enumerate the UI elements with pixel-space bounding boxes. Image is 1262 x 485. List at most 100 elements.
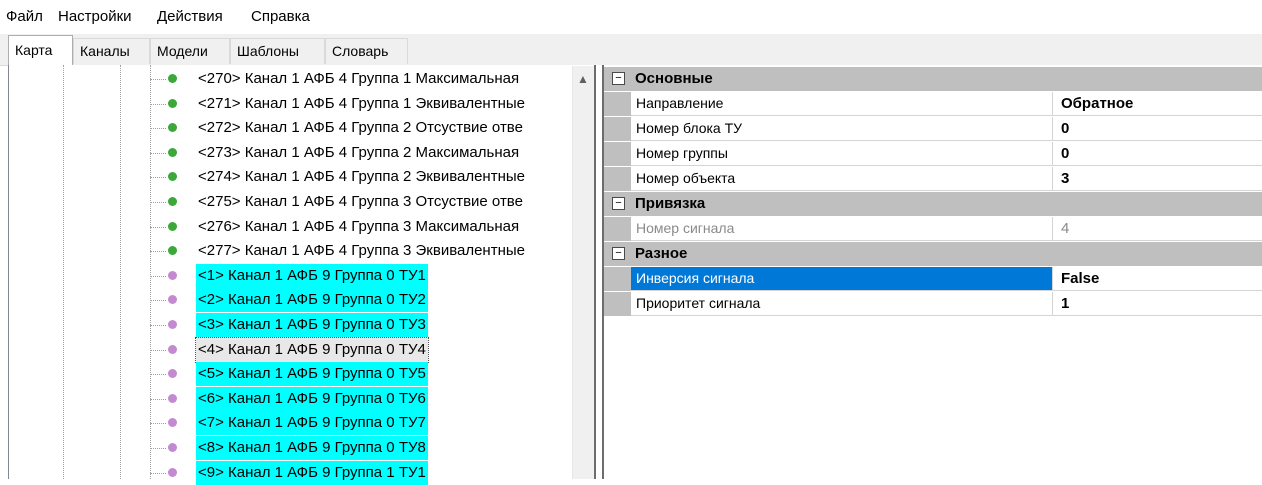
- tree-item[interactable]: <4> Канал 1 АФБ 9 Группа 0 ТУ4: [150, 336, 575, 363]
- tree-item-label[interactable]: <270> Канал 1 АФБ 4 Группа 1 Максимальна…: [196, 67, 521, 91]
- property-name[interactable]: Номер блока ТУ: [631, 117, 1053, 140]
- tree-item[interactable]: <5> Канал 1 АФБ 9 Группа 0 ТУ5: [150, 362, 575, 387]
- tree-item[interactable]: <271> Канал 1 АФБ 4 Группа 1 Эквивалентн…: [150, 92, 575, 116]
- property-value[interactable]: 0: [1054, 117, 1262, 140]
- property-gutter: [604, 267, 631, 291]
- menu-help[interactable]: Справка: [251, 8, 310, 25]
- tree-connector: [150, 128, 166, 130]
- tree-item[interactable]: <7> Канал 1 АФБ 9 Группа 0 ТУ7: [150, 411, 575, 436]
- property-value[interactable]: False: [1054, 267, 1262, 290]
- tree-scrollbar[interactable]: ▲: [572, 66, 595, 479]
- property-row[interactable]: Номер сигнала 4: [604, 217, 1262, 241]
- property-name[interactable]: Номер группы: [631, 142, 1053, 165]
- signal-green-dot-icon: [168, 221, 177, 231]
- tree-item[interactable]: <274> Канал 1 АФБ 4 Группа 2 Эквивалентн…: [150, 165, 575, 189]
- tree-guide-line: [63, 65, 64, 479]
- tree-item[interactable]: <275> Канал 1 АФБ 4 Группа 3 Отсуствие о…: [150, 190, 575, 214]
- tree-connector: [150, 251, 166, 253]
- signal-green-dot-icon: [168, 74, 177, 83]
- menu-actions[interactable]: Действия: [157, 8, 223, 25]
- tree-connector: [150, 103, 166, 105]
- tree-connector: [150, 79, 166, 80]
- signal-green-dot-icon: [168, 172, 177, 182]
- tree-item-label[interactable]: <7> Канал 1 АФБ 9 Группа 0 ТУ7: [196, 411, 428, 436]
- property-row[interactable]: Направление Обратное: [604, 92, 1262, 116]
- menu-bar: Файл Настройки Действия Справка: [0, 0, 1262, 34]
- property-name[interactable]: Инверсия сигнала: [631, 267, 1053, 290]
- tree-connector: [150, 448, 166, 449]
- property-row[interactable]: Номер группы 0: [604, 142, 1262, 166]
- signal-green-dot-icon: [168, 147, 177, 157]
- tree-item[interactable]: <6> Канал 1 АФБ 9 Группа 0 ТУ6: [150, 386, 575, 411]
- property-category-label: Основные: [635, 70, 713, 87]
- tree-item[interactable]: <3> Канал 1 АФБ 9 Группа 0 ТУ3: [150, 313, 575, 337]
- tree-item-label[interactable]: <4> Канал 1 АФБ 9 Группа 0 ТУ4: [195, 336, 429, 363]
- property-row[interactable]: Номер объекта 3: [604, 167, 1262, 191]
- tree-item-label[interactable]: <8> Канал 1 АФБ 9 Группа 0 ТУ8: [196, 436, 428, 460]
- property-value[interactable]: Обратное: [1054, 92, 1262, 115]
- tree-item[interactable]: <270> Канал 1 АФБ 4 Группа 1 Максимальна…: [150, 67, 575, 91]
- property-category[interactable]: − Привязка: [604, 192, 1262, 216]
- tree-item-label[interactable]: <3> Канал 1 АФБ 9 Группа 0 ТУ3: [196, 313, 428, 337]
- signal-violet-dot-icon: [168, 295, 177, 305]
- tab-models[interactable]: Модели: [150, 38, 230, 64]
- signal-green-dot-icon: [168, 123, 177, 133]
- property-row[interactable]: Номер блока ТУ 0: [604, 117, 1262, 141]
- property-category[interactable]: − Основные: [604, 67, 1262, 91]
- signal-violet-dot-icon: [168, 467, 177, 477]
- tab-templates[interactable]: Шаблоны: [230, 38, 325, 64]
- tree-item-label[interactable]: <5> Канал 1 АФБ 9 Группа 0 ТУ5: [196, 362, 428, 387]
- property-name[interactable]: Номер сигнала: [631, 217, 1053, 240]
- tree-item-label[interactable]: <6> Канал 1 АФБ 9 Группа 0 ТУ6: [196, 386, 428, 411]
- tree-item[interactable]: <1> Канал 1 АФБ 9 Группа 0 ТУ1: [150, 263, 575, 288]
- tree-item[interactable]: <273> Канал 1 АФБ 4 Группа 2 Максимальна…: [150, 141, 575, 165]
- menu-file[interactable]: Файл: [6, 8, 43, 25]
- tree-guide-line: [120, 65, 121, 479]
- signal-violet-dot-icon: [168, 320, 177, 329]
- tree-item-label[interactable]: <1> Канал 1 АФБ 9 Группа 0 ТУ1: [196, 263, 428, 288]
- property-name[interactable]: Направление: [631, 92, 1053, 115]
- signal-violet-dot-icon: [168, 270, 177, 280]
- property-row[interactable]: Инверсия сигнала False: [604, 267, 1262, 291]
- property-name[interactable]: Приоритет сигнала: [631, 292, 1053, 315]
- tree-item-label[interactable]: <272> Канал 1 АФБ 4 Группа 2 Отсуствие о…: [196, 116, 525, 140]
- tree-connector: [150, 202, 166, 203]
- collapse-icon[interactable]: −: [612, 197, 625, 210]
- property-gutter: [604, 142, 631, 166]
- tree-item-label[interactable]: <276> Канал 1 АФБ 4 Группа 3 Максимальна…: [196, 215, 521, 239]
- tree-item-label[interactable]: <275> Канал 1 АФБ 4 Группа 3 Отсуствие о…: [196, 190, 525, 214]
- property-value[interactable]: 3: [1054, 167, 1262, 190]
- pane-splitter[interactable]: [594, 65, 604, 479]
- tree-item[interactable]: <2> Канал 1 АФБ 9 Группа 0 ТУ2: [150, 288, 575, 313]
- tab-map[interactable]: Карта: [8, 35, 73, 65]
- tree-item-label[interactable]: <277> Канал 1 АФБ 4 Группа 3 Эквивалентн…: [196, 239, 527, 263]
- tab-channels[interactable]: Каналы: [73, 38, 150, 64]
- tab-dictionary[interactable]: Словарь: [325, 38, 408, 64]
- signal-green-dot-icon: [168, 197, 177, 206]
- property-row[interactable]: Приоритет сигнала 1: [604, 292, 1262, 316]
- tree-item[interactable]: <272> Канал 1 АФБ 4 Группа 2 Отсуствие о…: [150, 116, 575, 140]
- signal-violet-dot-icon: [168, 369, 177, 379]
- property-value[interactable]: 1: [1054, 292, 1262, 315]
- menu-settings[interactable]: Настройки: [58, 8, 132, 25]
- scroll-up-icon[interactable]: ▲: [577, 72, 589, 86]
- tree-item[interactable]: <9> Канал 1 АФБ 9 Группа 1 ТУ1: [150, 460, 575, 485]
- property-category[interactable]: − Разное: [604, 242, 1262, 266]
- tree-item-label[interactable]: <274> Канал 1 АФБ 4 Группа 2 Эквивалентн…: [196, 165, 527, 189]
- property-gutter: [604, 92, 631, 116]
- tree-item[interactable]: <8> Канал 1 АФБ 9 Группа 0 ТУ8: [150, 436, 575, 460]
- property-gutter: [604, 292, 631, 316]
- tree-item-label[interactable]: <271> Канал 1 АФБ 4 Группа 1 Эквивалентн…: [196, 92, 527, 116]
- tree-item-label[interactable]: <273> Канал 1 АФБ 4 Группа 2 Максимальна…: [196, 141, 521, 165]
- collapse-icon[interactable]: −: [612, 72, 625, 85]
- property-value[interactable]: 4: [1054, 217, 1262, 240]
- tree-item[interactable]: <277> Канал 1 АФБ 4 Группа 3 Эквивалентн…: [150, 239, 575, 263]
- signal-violet-dot-icon: [168, 418, 177, 428]
- tree-connector: [150, 300, 166, 302]
- collapse-icon[interactable]: −: [612, 247, 625, 260]
- tree-item-label[interactable]: <9> Канал 1 АФБ 9 Группа 1 ТУ1: [196, 460, 428, 485]
- property-value[interactable]: 0: [1054, 142, 1262, 165]
- tree-item[interactable]: <276> Канал 1 АФБ 4 Группа 3 Максимальна…: [150, 215, 575, 239]
- tree-item-label[interactable]: <2> Канал 1 АФБ 9 Группа 0 ТУ2: [196, 288, 428, 313]
- property-name[interactable]: Номер объекта: [631, 167, 1053, 190]
